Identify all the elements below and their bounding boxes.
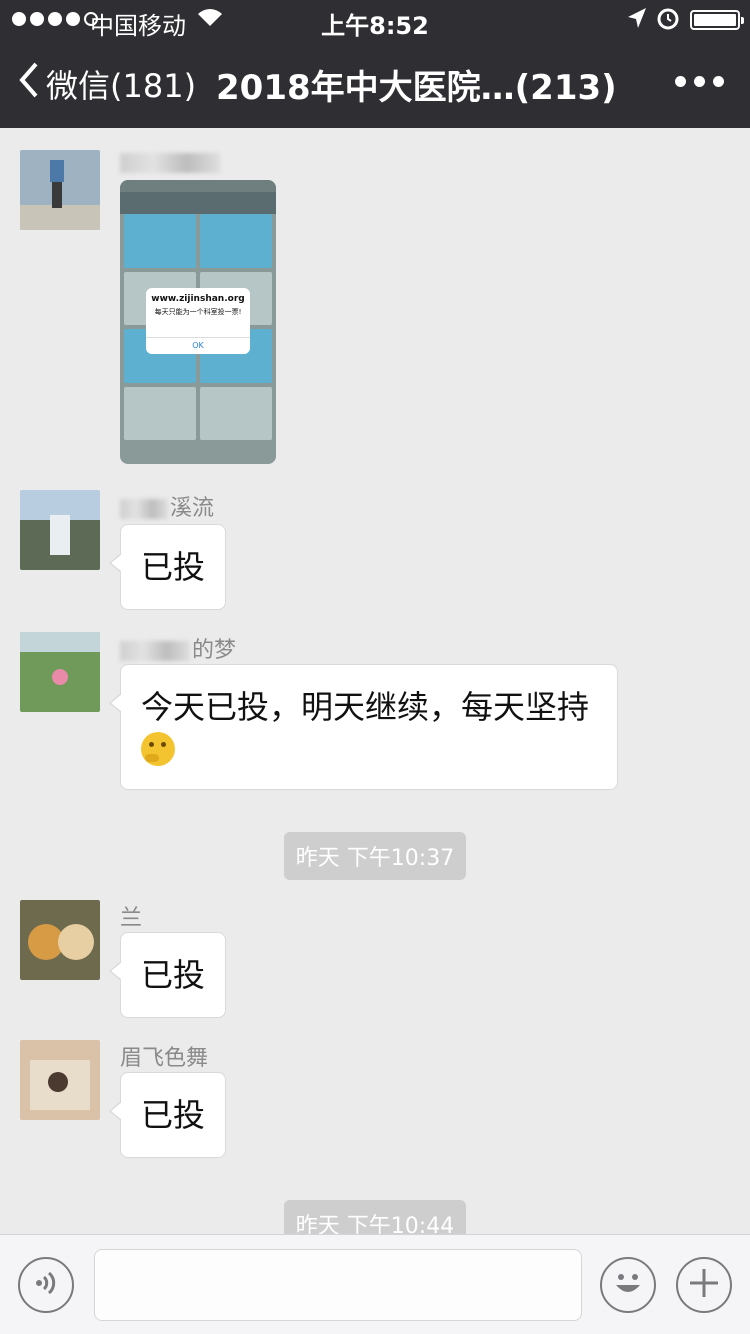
chevron-left-icon <box>18 60 40 107</box>
emoji-button[interactable] <box>600 1257 656 1313</box>
message-text: 今天已投，明天继续，每天坚持 <box>141 688 590 726</box>
message-bubble[interactable]: 今天已投，明天继续，每天坚持 <box>109 664 618 790</box>
avatar[interactable] <box>20 632 100 712</box>
sender-name: 眉飞色舞 <box>120 1046 209 1071</box>
input-bar <box>0 1234 750 1334</box>
more-dots-icon[interactable] <box>675 76 724 87</box>
voice-button[interactable] <box>18 1257 74 1313</box>
timestamp: 昨天 下午10:37 <box>0 832 750 880</box>
more-functions-button[interactable] <box>676 1257 732 1313</box>
message-bubble[interactable]: 已投 <box>108 524 227 610</box>
plus-icon <box>687 1266 721 1304</box>
sender-name <box>120 150 222 175</box>
image-message[interactable]: www.zijinshan.org 每天只能为一个科室投一票! OK <box>120 180 276 464</box>
back-button[interactable]: 微信(181) <box>18 60 196 107</box>
battery-icon <box>690 10 744 30</box>
avatar[interactable] <box>20 150 100 230</box>
avatar[interactable] <box>20 490 100 570</box>
nav-bar: 微信(181) 2018年中大医院…(213) <box>0 40 750 128</box>
image-dialog: www.zijinshan.org 每天只能为一个科室投一票! OK <box>146 288 250 354</box>
message-input[interactable] <box>94 1249 582 1321</box>
avatar[interactable] <box>20 1040 100 1120</box>
sender-name: 的梦 <box>120 632 236 664</box>
voice-icon <box>31 1268 61 1302</box>
top-bar: 中国移动 上午8:52 微信(181) 2018年中大医院…(213) <box>0 0 750 128</box>
message-text: 已投 <box>141 956 206 994</box>
avatar[interactable] <box>20 900 100 980</box>
chat-area[interactable]: www.zijinshan.org 每天只能为一个科室投一票! OK 溪流 已投… <box>0 128 750 1234</box>
sender-name: 溪流 <box>120 490 214 522</box>
smiley-icon <box>608 1263 648 1307</box>
chat-title: 2018年中大医院…(213) <box>216 68 617 108</box>
message-bubble[interactable]: 已投 <box>108 932 227 1018</box>
back-label: 微信(181) <box>46 66 197 105</box>
status-bar: 中国移动 上午8:52 <box>0 0 750 40</box>
message-text: 已投 <box>141 548 206 586</box>
location-arrow-icon <box>626 6 648 36</box>
sender-name: 兰 <box>120 906 143 931</box>
message-bubble[interactable]: 已投 <box>108 1072 227 1158</box>
thinking-face-icon <box>141 732 175 766</box>
message-text: 已投 <box>141 1096 206 1134</box>
alarm-clock-icon <box>656 6 680 36</box>
timestamp: 昨天 下午10:44 <box>0 1200 750 1234</box>
